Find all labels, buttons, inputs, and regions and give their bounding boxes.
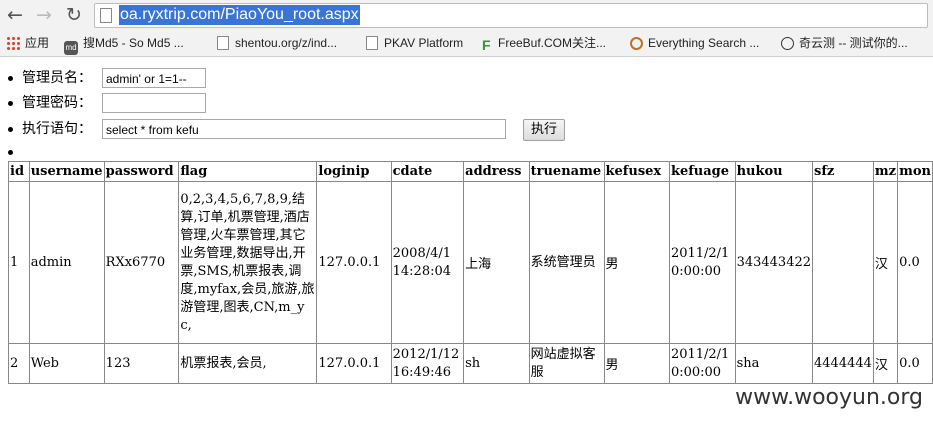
column-header: flag (178, 161, 318, 182)
watermark: www.wooyun.org (735, 385, 923, 410)
admin-name-input[interactable]: admin' or 1=1-- (102, 68, 206, 88)
reload-icon[interactable]: ↻ (62, 3, 86, 27)
column-header: loginip (316, 161, 392, 182)
table-cell: RXx6770 (103, 181, 180, 344)
table-cell: 0,2,3,4,5,6,7,8,9,结算,订单,机票管理,酒店管理,火车票管理,… (178, 181, 318, 344)
password-input[interactable] (102, 93, 206, 113)
bookmark-apps[interactable]: 应用 (6, 30, 49, 56)
table-cell: 系统管理员 (528, 181, 605, 344)
table-cell: 2 (8, 343, 30, 384)
query-row: 执行语句： (8, 117, 92, 141)
table-row: 1 admin RXx6770 0,2,3,4,5,6,7,8,9,结算,订单,… (8, 181, 933, 344)
page-icon (366, 36, 378, 50)
bookmark-label: 应用 (25, 36, 50, 50)
column-header: sfz (812, 161, 874, 182)
clock-icon (781, 37, 794, 50)
table-cell: 127.0.0.1 (316, 181, 392, 344)
url-text[interactable]: oa.ryxtrip.com/PiaoYou_root.aspx (119, 5, 360, 25)
table-cell: 2011/2/1 0:00:00 (668, 343, 736, 384)
table-cell: 汉 (872, 343, 899, 384)
table-cell (812, 181, 874, 344)
address-bar[interactable]: oa.ryxtrip.com/PiaoYou_root.aspx (94, 3, 928, 28)
table-cell: admin (28, 181, 105, 344)
bullet (8, 150, 13, 155)
table-row: 2 Web 123 机票报表,会员, 127.0.0.1 2012/1/12 1… (8, 343, 933, 384)
bullet (8, 100, 13, 106)
table-cell: 男 (603, 181, 670, 344)
browser-toolbar: ← → ↻ oa.ryxtrip.com/PiaoYou_root.aspx (0, 0, 933, 30)
table-cell: Web (28, 343, 105, 384)
column-header: hukou (734, 161, 814, 182)
column-header: password (103, 161, 180, 182)
table-cell: 1 (8, 181, 30, 344)
admin-row: 管理员名： (8, 66, 92, 90)
column-header: truename (528, 161, 605, 182)
table-cell: sha (734, 343, 814, 384)
bookmark-somd5[interactable]: md 搜Md5 - So Md5 ... (64, 30, 184, 56)
bookmark-label: Everything Search ... (648, 36, 760, 50)
table-cell: 网站虚拟客服 (528, 343, 605, 384)
column-header: kefusex (603, 161, 670, 182)
freebuf-icon: F (482, 37, 491, 53)
admin-label: 管理员名： (22, 70, 92, 86)
bookmark-label: FreeBuf.COM关注... (498, 36, 607, 50)
forward-arrow-icon[interactable]: → (32, 3, 56, 27)
md5-icon: md (64, 41, 78, 55)
page-content: 管理员名： admin' or 1=1-- 管理密码： 执行语句： select… (0, 57, 933, 427)
column-header: kefuage (668, 161, 736, 182)
table-cell: 0.0 (897, 343, 933, 384)
results-table: id username password flag loginip cdate … (8, 161, 933, 384)
table-cell: 343443422 (734, 181, 814, 344)
password-row: 管理密码： (8, 91, 92, 115)
column-header: mz (872, 161, 899, 182)
bookmark-pkav[interactable]: PKAV Platform (366, 30, 463, 56)
column-header: id (8, 161, 30, 182)
page-icon (100, 8, 112, 23)
bookmark-label: 奇云测 -- 测试你的... (799, 36, 908, 50)
table-cell: 机票报表,会员, (178, 343, 318, 384)
bookmark-freebuf[interactable]: F FreeBuf.COM关注... (482, 30, 606, 56)
table-cell: 汉 (872, 181, 899, 344)
bookmark-everything[interactable]: Everything Search ... (630, 30, 759, 56)
page-icon (217, 36, 229, 50)
column-header: address (463, 161, 530, 182)
bookmark-qiyunce[interactable]: 奇云测 -- 测试你的... (781, 30, 908, 56)
password-label: 管理密码： (22, 95, 92, 111)
back-arrow-icon[interactable]: ← (3, 3, 27, 27)
table-header-row: id username password flag loginip cdate … (8, 161, 933, 182)
table-cell: 2012/1/12 16:49:46 (390, 343, 465, 384)
query-label: 执行语句： (22, 121, 92, 137)
table-cell: 127.0.0.1 (316, 343, 392, 384)
table-cell: 2008/4/1 14:28:04 (390, 181, 465, 344)
table-cell: 2011/2/1 0:00:00 (668, 181, 736, 344)
apps-grid-icon (6, 36, 20, 50)
bullet (8, 75, 13, 81)
table-cell: sh (463, 343, 530, 384)
bullet (8, 126, 13, 132)
table-cell: 男 (603, 343, 670, 384)
column-header: cdate (390, 161, 465, 182)
table-cell: 0.0 (897, 181, 933, 344)
bookmark-shentou[interactable]: shentou.org/z/ind... (217, 30, 337, 56)
bookmarks-bar: 应用 md 搜Md5 - So Md5 ... shentou.org/z/ind… (0, 30, 933, 57)
table-cell: 4444444 (812, 343, 874, 384)
table-cell: 123 (103, 343, 180, 384)
bookmark-label: 搜Md5 - So Md5 ... (83, 36, 184, 50)
table-cell: 上海 (463, 181, 530, 344)
column-header: username (28, 161, 105, 182)
search-icon (630, 37, 643, 50)
sql-query-input[interactable]: select * from kefu (102, 119, 506, 139)
bookmark-label: shentou.org/z/ind... (235, 36, 338, 50)
execute-button[interactable]: 执行 (523, 119, 565, 141)
bookmark-label: PKAV Platform (384, 36, 464, 50)
column-header: mon (897, 161, 933, 182)
